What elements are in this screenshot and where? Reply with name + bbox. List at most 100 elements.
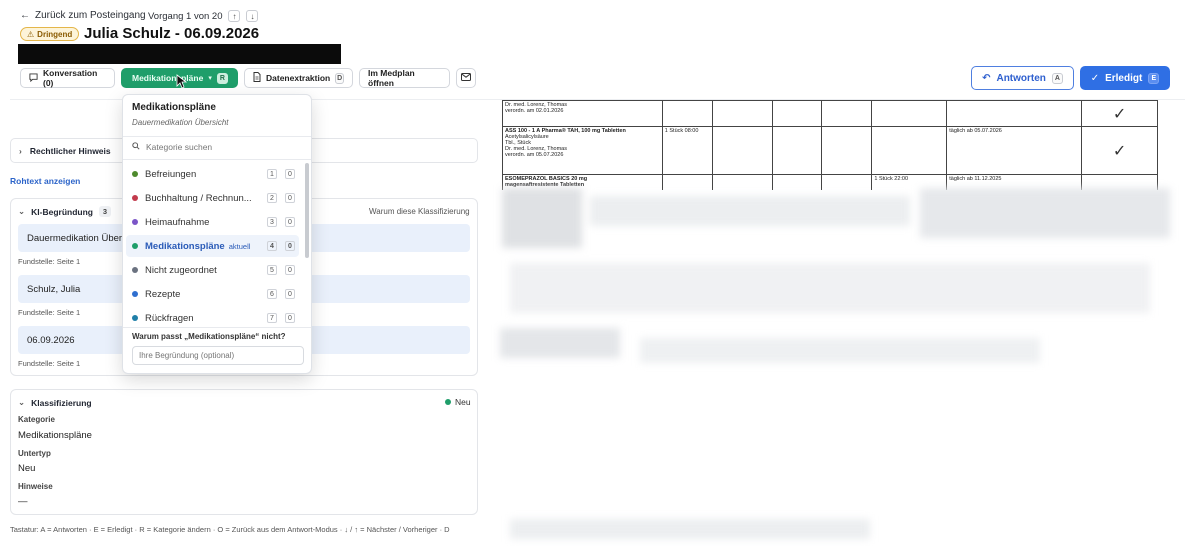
count-badge: 0 (285, 289, 295, 299)
blurred-document-footer (500, 515, 880, 543)
arrow-up-icon: ↑ (232, 11, 237, 21)
shortcut-key: 1 (267, 169, 277, 179)
notes-label: Hinweise (18, 482, 53, 491)
legal-label: Rechtlicher Hinweis (29, 145, 111, 156)
table-cell (871, 126, 948, 175)
table-cell (771, 100, 823, 127)
table-cell (711, 126, 773, 175)
category-option-heimaufnahme[interactable]: Heimaufnahme 3 0 (126, 211, 299, 233)
count-badge: 0 (285, 241, 295, 251)
category-dot (132, 171, 138, 177)
category-option-rueckfragen[interactable]: Rückfragen 7 0 (126, 307, 299, 329)
next-case-button[interactable]: ↓ (246, 10, 259, 22)
table-cell (771, 126, 823, 175)
category-option-nicht-zugeordnet[interactable]: Nicht zugeordnet 5 0 (126, 259, 299, 281)
table-row: ASS 100 - 1 A Pharma® TAH, 100 mg Tablet… (502, 126, 1158, 175)
page-title: Julia Schulz - 06.09.2026 (84, 25, 260, 42)
option-label: Rückfragen (145, 312, 194, 324)
shortcut-key: 2 (267, 193, 277, 203)
divider (123, 327, 311, 328)
keyboard-shortcuts-hint: Tastatur: A = Antworten · E = Erledigt ·… (10, 525, 450, 534)
done-label: Erledigt (1105, 72, 1143, 84)
case-counter: Vorgang 1 von 20 ↑ ↓ (148, 10, 259, 22)
option-label: Medikationspläne (145, 240, 225, 252)
table-cell (946, 100, 1083, 127)
done-button[interactable]: ✓ Erledigt E (1080, 66, 1170, 90)
table-cell: ASS 100 - 1 A Pharma® TAH, 100 mg Tablet… (502, 126, 663, 175)
category-option-buchhaltung[interactable]: Buchhaltung / Rechnun... 2 0 (126, 187, 299, 209)
option-label: Buchhaltung / Rechnun... (145, 192, 252, 204)
shortcut-key: 7 (267, 313, 277, 323)
category-dot (132, 243, 138, 249)
tab-label: Datenextraktion (266, 73, 331, 83)
count-badge: 0 (285, 169, 295, 179)
count-badge: 0 (285, 217, 295, 227)
dropdown-subtitle: Dauermedikation Übersicht (132, 118, 229, 127)
chevron-down-icon: ▾ (208, 75, 212, 82)
table-cell (711, 100, 773, 127)
notes-value: — (18, 496, 28, 507)
option-label: Rezepte (145, 288, 181, 300)
document-preview[interactable]: Dr. med. Lorenz, Thomas verordn. am 02.0… (502, 100, 1160, 190)
category-value: Medikationspläne (18, 430, 92, 441)
tab-label: Konversation (0) (43, 68, 98, 88)
evidence-source: Fundstelle: Seite 1 (18, 308, 81, 317)
shortcut-key: 3 (267, 217, 277, 227)
chevron-down-icon: ⌄ (18, 397, 26, 407)
shortcut-key: 4 (267, 241, 277, 251)
reply-button[interactable]: ↶ Antworten A (971, 66, 1074, 90)
status-dot (445, 399, 451, 405)
medication-table: Dr. med. Lorenz, Thomas verordn. am 02.0… (502, 100, 1158, 190)
open-in-medplan-button[interactable]: Im Medplan öffnen (359, 68, 450, 88)
evidence-text: 06.09.2026 (27, 334, 75, 346)
category-dot (132, 315, 138, 321)
counter-text: Vorgang 1 von 20 (148, 10, 223, 22)
classification-header[interactable]: ⌄ Klassifizierung (18, 397, 92, 408)
search-icon (132, 142, 140, 152)
back-label: Zurück zum Posteingang (35, 10, 146, 21)
option-label: Befreiungen (145, 168, 197, 180)
table-cell: Dr. med. Lorenz, Thomas verordn. am 02.0… (502, 100, 663, 127)
arrow-down-icon: ↓ (250, 11, 255, 21)
subtype-value: Neu (18, 463, 36, 474)
table-cell: täglich ab 05.07.2026 (946, 126, 1083, 175)
tab-conversation[interactable]: Konversation (0) (20, 68, 115, 88)
ki-title: KI-Begründung (31, 206, 93, 217)
shortcut-key: 6 (267, 289, 277, 299)
mismatch-question: Warum passt „Medikationspläne“ nicht? (132, 332, 286, 341)
reason-input[interactable] (132, 346, 304, 365)
count-badge: 0 (285, 313, 295, 323)
tab-data-extraction[interactable]: Datenextraktion D (244, 68, 353, 88)
shortcut-key: R (216, 72, 228, 84)
mouse-cursor-icon (176, 74, 188, 92)
mail-button[interactable] (456, 68, 476, 88)
shortcut-key: E (1148, 72, 1160, 84)
previous-case-button[interactable]: ↑ (228, 10, 241, 22)
category-dot (132, 267, 138, 273)
category-search-input[interactable]: Kategorie suchen (132, 142, 212, 152)
checkmark-icon: ✓ (1081, 100, 1158, 127)
check-icon: ✓ (1090, 72, 1100, 84)
ki-reasoning-header[interactable]: ⌄ KI-Begründung 3 (18, 206, 111, 217)
shortcut-key: D (335, 72, 344, 84)
warning-icon: ⚠ (27, 29, 35, 39)
evidence-text: Schulz, Julia (27, 283, 81, 295)
dropdown-title: Medikationspläne (132, 102, 216, 113)
why-classification-link[interactable]: Warum diese Klassifizierung (369, 207, 470, 216)
count-badge: 0 (285, 265, 295, 275)
subtype-label: Untertyp (18, 449, 51, 458)
count-badge: 0 (285, 193, 295, 203)
mail-icon (461, 73, 471, 83)
urgent-badge: ⚠ Dringend (20, 27, 80, 41)
category-dot (132, 195, 138, 201)
show-raw-text-link[interactable]: Rohtext anzeigen (10, 176, 80, 186)
back-to-inbox-link[interactable]: ← Zurück zum Posteingang (20, 10, 146, 21)
ki-count-badge: 3 (98, 206, 111, 217)
category-option-medikationsplaene[interactable]: Medikationspläne aktuell 4 0 (126, 235, 299, 257)
dropdown-scrollbar[interactable] (305, 163, 309, 258)
tab-label: Medikationspläne (132, 73, 204, 83)
table-cell (661, 100, 713, 127)
category-option-rezepte[interactable]: Rezepte 6 0 (126, 283, 299, 305)
classification-title: Klassifizierung (31, 397, 92, 408)
category-option-befreiungen[interactable]: Befreiungen 1 0 (126, 163, 299, 185)
